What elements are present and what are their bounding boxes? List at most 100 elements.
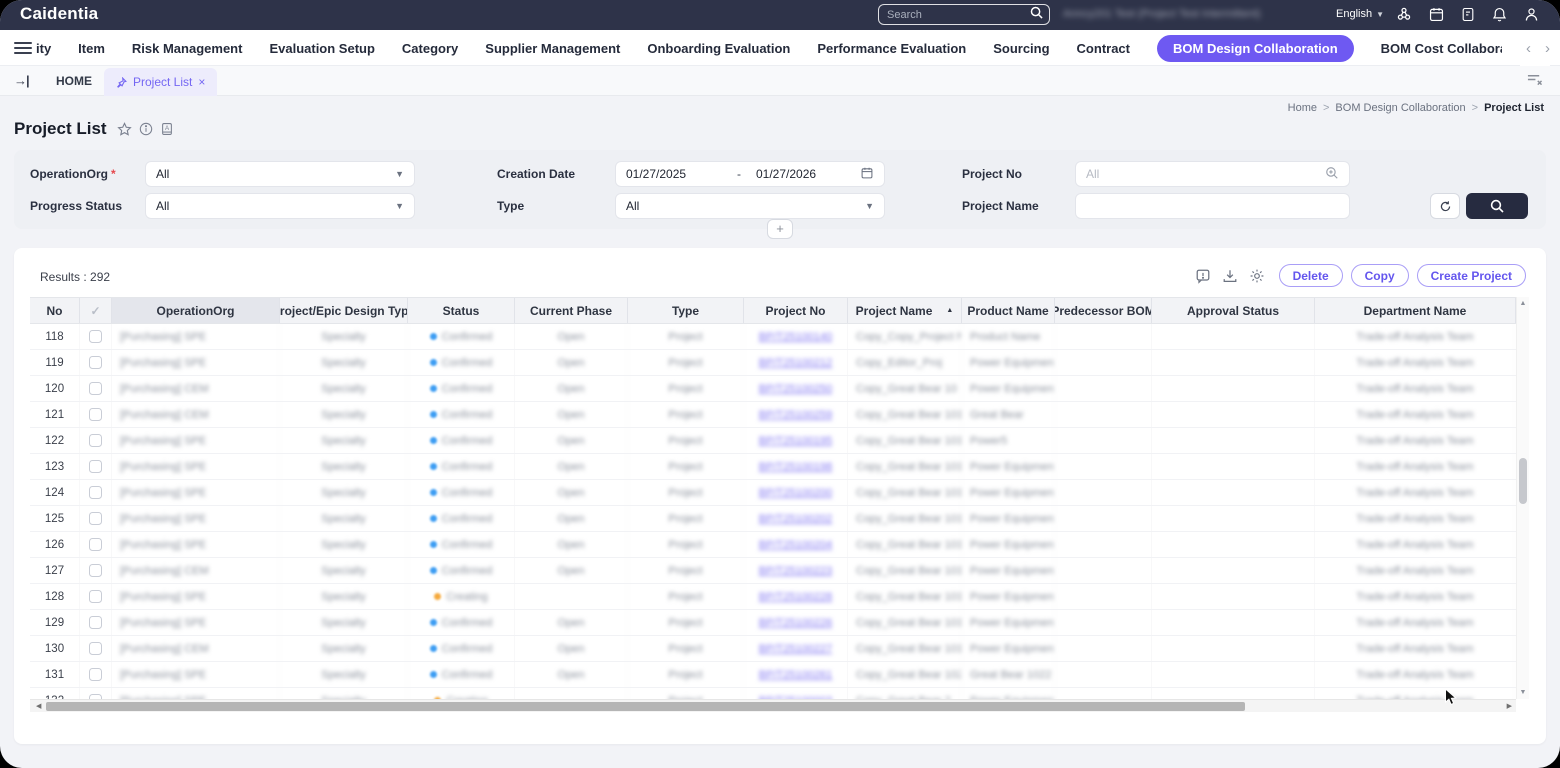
- favorite-star-icon[interactable]: [117, 122, 132, 137]
- col-no[interactable]: No: [30, 298, 80, 323]
- col-approval-status[interactable]: Approval Status: [1152, 298, 1315, 323]
- settings-gear-icon[interactable]: [1249, 268, 1265, 284]
- type-select[interactable]: All▼: [615, 193, 885, 219]
- manual-book-icon[interactable]: A: [160, 122, 174, 136]
- nav-item-supplier-management[interactable]: Supplier Management: [485, 41, 620, 56]
- download-icon[interactable]: [1222, 268, 1238, 284]
- table-row[interactable]: 128 [Purchasing] SPE Specialty Creating …: [30, 584, 1516, 610]
- table-row[interactable]: 120 [Purchasing] CEM Specialty Confirmed…: [30, 376, 1516, 402]
- nav-item-category[interactable]: Category: [402, 41, 458, 56]
- project-no-link[interactable]: BP/T25100204: [759, 539, 832, 551]
- progress-status-select[interactable]: All▼: [145, 193, 415, 219]
- table-row[interactable]: 126 [Purchasing] SPE Specialty Confirmed…: [30, 532, 1516, 558]
- scroll-right-icon[interactable]: ▶: [1507, 702, 1512, 710]
- row-checkbox[interactable]: [89, 642, 102, 655]
- language-selector[interactable]: English▼: [1336, 8, 1384, 20]
- nav-item-sourcing[interactable]: Sourcing: [993, 41, 1049, 56]
- project-no-link[interactable]: BP/T25100226: [759, 617, 832, 629]
- table-row[interactable]: 122 [Purchasing] SPE Specialty Confirmed…: [30, 428, 1516, 454]
- nav-item-ity[interactable]: ity: [36, 41, 51, 56]
- col-operation-org[interactable]: OperationOrg: [112, 298, 280, 323]
- table-row[interactable]: 130 [Purchasing] CEM Specialty Confirmed…: [30, 636, 1516, 662]
- user-account-icon[interactable]: [1523, 6, 1540, 23]
- breadcrumb-home[interactable]: Home: [1288, 102, 1317, 114]
- col-type[interactable]: Type: [628, 298, 744, 323]
- row-checkbox[interactable]: [89, 460, 102, 473]
- search-icon[interactable]: [1030, 6, 1043, 24]
- col-current-phase[interactable]: Current Phase: [515, 298, 628, 323]
- table-row[interactable]: 127 [Purchasing] CEM Specialty Confirmed…: [30, 558, 1516, 584]
- row-checkbox[interactable]: [89, 486, 102, 499]
- document-icon[interactable]: [1460, 6, 1476, 23]
- tab-project-list[interactable]: Project List ×: [104, 68, 217, 96]
- project-no-field[interactable]: [1075, 161, 1350, 187]
- project-no-link[interactable]: BP/T25100198: [759, 461, 832, 473]
- operation-org-select[interactable]: All▼: [145, 161, 415, 187]
- calendar-icon[interactable]: [1428, 6, 1445, 23]
- vertical-scroll-thumb[interactable]: [1519, 458, 1527, 504]
- project-name-input[interactable]: [1086, 199, 1339, 213]
- tab-home[interactable]: HOME: [56, 66, 92, 96]
- project-no-link[interactable]: BP/T25100212: [759, 357, 832, 369]
- org-network-icon[interactable]: [1395, 5, 1413, 23]
- notification-bell-icon[interactable]: [1491, 6, 1508, 23]
- col-project-name[interactable]: Project Name▲: [848, 298, 962, 323]
- project-name-field[interactable]: [1075, 193, 1350, 219]
- nav-item-evaluation-setup[interactable]: Evaluation Setup: [269, 41, 374, 56]
- info-icon[interactable]: [139, 122, 153, 136]
- row-checkbox[interactable]: [89, 590, 102, 603]
- row-checkbox[interactable]: [89, 538, 102, 551]
- project-no-link[interactable]: BP/T25100200: [759, 487, 832, 499]
- col-product-name[interactable]: Product Name: [962, 298, 1055, 323]
- project-no-link[interactable]: BP/T25100259: [759, 409, 832, 421]
- nav-item-performance-evaluation[interactable]: Performance Evaluation: [817, 41, 966, 56]
- row-checkbox[interactable]: [89, 330, 102, 343]
- vertical-scrollbar[interactable]: ▲ ▼: [1516, 297, 1529, 699]
- copy-button[interactable]: Copy: [1351, 264, 1409, 287]
- table-row[interactable]: 131 [Purchasing] SPE Specialty Confirmed…: [30, 662, 1516, 688]
- row-checkbox[interactable]: [89, 408, 102, 421]
- reset-filters-button[interactable]: [1430, 193, 1460, 219]
- table-row[interactable]: 124 [Purchasing] SPE Specialty Confirmed…: [30, 480, 1516, 506]
- project-no-link[interactable]: BP/T25100195: [759, 435, 832, 447]
- project-no-link[interactable]: BP/T25100140: [759, 331, 832, 343]
- global-search-input[interactable]: [887, 9, 1030, 21]
- feedback-tooltip-icon[interactable]: [1195, 268, 1211, 284]
- breadcrumb-module[interactable]: BOM Design Collaboration: [1335, 102, 1465, 114]
- nav-item-risk-management[interactable]: Risk Management: [132, 41, 243, 56]
- table-row[interactable]: 125 [Purchasing] SPE Specialty Confirmed…: [30, 506, 1516, 532]
- close-all-tabs-icon[interactable]: [1526, 72, 1544, 88]
- table-row[interactable]: 123 [Purchasing] SPE Specialty Confirmed…: [30, 454, 1516, 480]
- project-no-link[interactable]: BP/T25100223: [759, 565, 832, 577]
- table-row[interactable]: 129 [Purchasing] SPE Specialty Confirmed…: [30, 610, 1516, 636]
- col-design-type[interactable]: Project/Epic Design Type: [280, 298, 408, 323]
- calendar-icon[interactable]: [860, 166, 874, 183]
- expand-filters-button[interactable]: +: [767, 219, 793, 239]
- create-project-button[interactable]: Create Project: [1417, 264, 1526, 287]
- nav-item-item[interactable]: Item: [78, 41, 105, 56]
- project-no-link[interactable]: BP/T25100261: [759, 669, 832, 681]
- col-predecessor-bom[interactable]: Predecessor BOM: [1055, 298, 1152, 323]
- table-row[interactable]: 119 [Purchasing] SPE Specialty Confirmed…: [30, 350, 1516, 376]
- nav-item-contract[interactable]: Contract: [1077, 41, 1130, 56]
- table-row[interactable]: 132 [Purchasing] SPE Specialty Creating …: [30, 688, 1516, 699]
- col-status[interactable]: Status: [408, 298, 515, 323]
- nav-scroll-left-icon[interactable]: ‹: [1526, 40, 1531, 57]
- project-no-link[interactable]: BP/T25100227: [759, 643, 832, 655]
- table-row[interactable]: 121 [Purchasing] CEM Specialty Confirmed…: [30, 402, 1516, 428]
- creation-date-range[interactable]: 01/27/2025 - 01/27/2026: [615, 161, 885, 187]
- row-checkbox[interactable]: [89, 434, 102, 447]
- nav-item-onboarding-evaluation[interactable]: Onboarding Evaluation: [647, 41, 790, 56]
- delete-button[interactable]: Delete: [1279, 264, 1343, 287]
- scroll-down-icon[interactable]: ▼: [1517, 689, 1529, 696]
- row-checkbox[interactable]: [89, 668, 102, 681]
- row-checkbox[interactable]: [89, 616, 102, 629]
- col-select[interactable]: ✓: [80, 298, 112, 323]
- horizontal-scroll-thumb[interactable]: [46, 702, 1245, 711]
- nav-item-bom-cost-collaboration[interactable]: BOM Cost Collaboration: [1381, 41, 1502, 56]
- scroll-up-icon[interactable]: ▲: [1517, 300, 1529, 307]
- project-no-link[interactable]: BP/T25100228: [759, 591, 832, 603]
- row-checkbox[interactable]: [89, 512, 102, 525]
- project-no-link[interactable]: BP/T25100202: [759, 513, 832, 525]
- search-plus-icon[interactable]: [1325, 166, 1339, 183]
